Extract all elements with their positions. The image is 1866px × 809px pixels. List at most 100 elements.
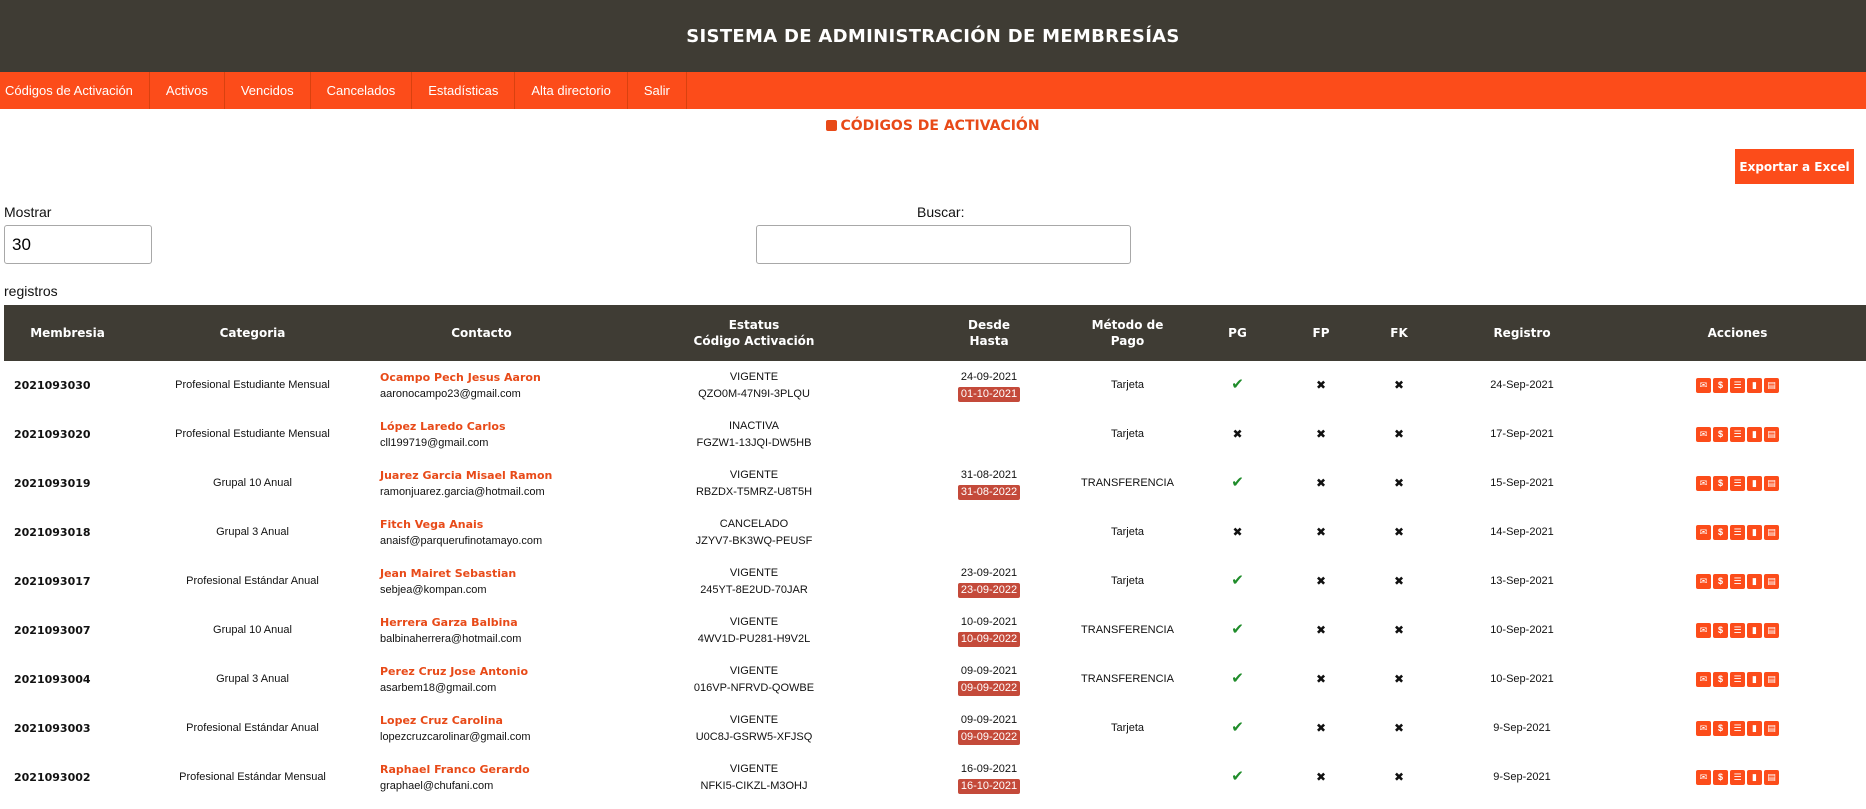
th-contacto[interactable]: Contacto: [374, 305, 589, 361]
cross-icon: ✖: [1393, 475, 1405, 490]
acciones-cell: ✉ $ ☰ ▮ ▤: [1609, 753, 1866, 802]
trash-icon[interactable]: ▮: [1747, 721, 1762, 736]
trash-icon[interactable]: ▮: [1747, 770, 1762, 785]
document-icon[interactable]: ▤: [1764, 623, 1779, 638]
contacto-cell: López Laredo Carlos cll199719@gmail.com: [374, 410, 589, 459]
dollar-icon[interactable]: $: [1713, 672, 1728, 687]
nav-cancelados[interactable]: Cancelados: [311, 72, 413, 109]
trash-icon[interactable]: ▮: [1747, 672, 1762, 687]
contact-name[interactable]: Juarez Garcia Misael Ramon: [380, 467, 589, 484]
top-header: SISTEMA DE ADMINISTRACIÓN DE MEMBRESÍAS: [0, 0, 1866, 72]
document-icon[interactable]: ▤: [1764, 378, 1779, 393]
contact-name[interactable]: Lopez Cruz Carolina: [380, 712, 589, 729]
trash-icon[interactable]: ▮: [1747, 427, 1762, 442]
nav-vencidos[interactable]: Vencidos: [225, 72, 311, 109]
contact-email: balbinaherrera@hotmail.com: [380, 632, 522, 645]
document-icon[interactable]: ▤: [1764, 770, 1779, 785]
mail-icon[interactable]: ✉: [1696, 770, 1711, 785]
contact-email: anaisf@parquerufinotamayo.com: [380, 534, 543, 547]
nav-estadisticas[interactable]: Estadísticas: [412, 72, 516, 109]
contact-name[interactable]: Fitch Vega Anais: [380, 516, 589, 533]
contacto-cell: Perez Cruz Jose Antonio asarbem18@gmail.c…: [374, 655, 589, 704]
trash-icon[interactable]: ▮: [1747, 476, 1762, 491]
nav-activos[interactable]: Activos: [150, 72, 225, 109]
metodo-cell: Tarjeta: [1110, 379, 1145, 391]
row-actions: ✉ $ ☰ ▮ ▤: [1696, 623, 1779, 638]
mail-icon[interactable]: ✉: [1696, 721, 1711, 736]
acciones-cell: ✉ $ ☰ ▮ ▤: [1609, 557, 1866, 606]
trash-icon[interactable]: ▮: [1747, 623, 1762, 638]
mail-icon[interactable]: ✉: [1696, 476, 1711, 491]
contact-name[interactable]: Ocampo Pech Jesus Aaron: [380, 369, 589, 386]
nav-codigos-activacion[interactable]: Códigos de Activación: [0, 72, 150, 109]
document-icon[interactable]: ▤: [1764, 427, 1779, 442]
categoria-cell: Grupal 10 Anual: [213, 624, 292, 636]
th-categoria[interactable]: Categoria: [131, 305, 374, 361]
estatus-cell: CANCELADO JZYV7-BK3WQ-PEUSF: [589, 508, 919, 557]
trash-icon[interactable]: ▮: [1747, 378, 1762, 393]
registro-cell: 9-Sep-2021: [1493, 722, 1551, 734]
contact-name[interactable]: Perez Cruz Jose Antonio: [380, 663, 589, 680]
th-registro[interactable]: Registro: [1435, 305, 1609, 361]
document-icon[interactable]: ▤: [1764, 525, 1779, 540]
dollar-icon[interactable]: $: [1713, 525, 1728, 540]
cart-icon[interactable]: ☰: [1730, 427, 1745, 442]
mail-icon[interactable]: ✉: [1696, 427, 1711, 442]
th-fp[interactable]: FP: [1279, 305, 1363, 361]
fk-cell: ✖: [1363, 606, 1435, 655]
registro-cell: 17-Sep-2021: [1490, 428, 1554, 440]
check-icon: ✔: [1231, 572, 1244, 589]
nav-salir[interactable]: Salir: [628, 72, 687, 109]
dollar-icon[interactable]: $: [1713, 427, 1728, 442]
contact-name[interactable]: Raphael Franco Gerardo: [380, 761, 589, 778]
check-icon: ✔: [1231, 474, 1244, 491]
document-icon[interactable]: ▤: [1764, 672, 1779, 687]
cart-icon[interactable]: ☰: [1730, 770, 1745, 785]
dollar-icon[interactable]: $: [1713, 378, 1728, 393]
contact-name[interactable]: Herrera Garza Balbina: [380, 614, 589, 631]
mail-icon[interactable]: ✉: [1696, 672, 1711, 687]
dollar-icon[interactable]: $: [1713, 476, 1728, 491]
mail-icon[interactable]: ✉: [1696, 525, 1711, 540]
membresia-cell: 2021093004: [14, 673, 91, 686]
cart-icon[interactable]: ☰: [1730, 672, 1745, 687]
registro-cell: 15-Sep-2021: [1490, 477, 1554, 489]
mail-icon[interactable]: ✉: [1696, 574, 1711, 589]
search-input[interactable]: [756, 225, 1131, 264]
nav-alta-directorio[interactable]: Alta directorio: [515, 72, 628, 109]
dollar-icon[interactable]: $: [1713, 770, 1728, 785]
th-desde-hasta[interactable]: Desde Hasta: [919, 305, 1059, 361]
trash-icon[interactable]: ▮: [1747, 574, 1762, 589]
contacto-cell: Juarez Garcia Misael Ramon ramonjuarez.ga…: [374, 459, 589, 508]
mail-icon[interactable]: ✉: [1696, 623, 1711, 638]
document-icon[interactable]: ▤: [1764, 574, 1779, 589]
dollar-icon[interactable]: $: [1713, 721, 1728, 736]
check-icon: ✔: [1231, 768, 1244, 785]
mostrar-input[interactable]: [4, 225, 152, 264]
pg-cell: ✔: [1196, 361, 1279, 410]
cart-icon[interactable]: ☰: [1730, 476, 1745, 491]
contact-name[interactable]: Jean Mairet Sebastian: [380, 565, 589, 582]
cart-icon[interactable]: ☰: [1730, 721, 1745, 736]
trash-icon[interactable]: ▮: [1747, 525, 1762, 540]
check-icon: ✔: [1231, 621, 1244, 638]
dollar-icon[interactable]: $: [1713, 574, 1728, 589]
th-membresia[interactable]: Membresia: [4, 305, 131, 361]
cart-icon[interactable]: ☰: [1730, 574, 1745, 589]
th-fk[interactable]: FK: [1363, 305, 1435, 361]
cart-icon[interactable]: ☰: [1730, 378, 1745, 393]
contact-name[interactable]: López Laredo Carlos: [380, 418, 589, 435]
registro-cell: 10-Sep-2021: [1490, 673, 1554, 685]
fp-cell: ✖: [1279, 459, 1363, 508]
cart-icon[interactable]: ☰: [1730, 623, 1745, 638]
th-pg[interactable]: PG: [1196, 305, 1279, 361]
mail-icon[interactable]: ✉: [1696, 378, 1711, 393]
document-icon[interactable]: ▤: [1764, 476, 1779, 491]
th-estatus[interactable]: Estatus Código Activación: [589, 305, 919, 361]
export-excel-button[interactable]: Exportar a Excel: [1735, 149, 1854, 184]
cart-icon[interactable]: ☰: [1730, 525, 1745, 540]
th-metodo-pago[interactable]: Método de Pago: [1059, 305, 1196, 361]
fk-cell: ✖: [1363, 753, 1435, 802]
document-icon[interactable]: ▤: [1764, 721, 1779, 736]
dollar-icon[interactable]: $: [1713, 623, 1728, 638]
